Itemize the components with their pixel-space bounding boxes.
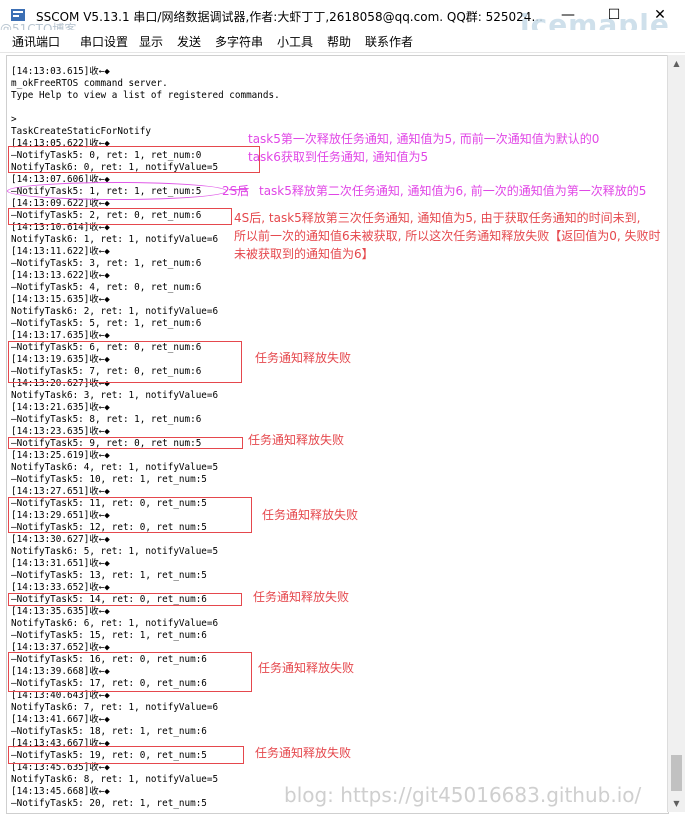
menu-tools[interactable]: 小工具 xyxy=(277,33,313,50)
terminal-line: [14:13:15.635]收←◆ xyxy=(11,294,110,305)
blog-watermark: blog: https://git45016683.github.io/ xyxy=(284,783,642,807)
menu-multi-string[interactable]: 多字符串 xyxy=(215,33,263,50)
terminal-line: —NotifyTask5: 18, ret: 1, ret_num:6 xyxy=(11,726,207,737)
scroll-up-arrow-icon[interactable]: ▲ xyxy=(668,55,685,72)
menu-help[interactable]: 帮助 xyxy=(327,33,351,50)
highlight-box-fail-3 xyxy=(8,497,252,533)
note-third-notify-line2: 所以前一次的通知值6未被获取, 所以这次任务通知释放失败【返回值为0, 失败时 xyxy=(234,229,661,243)
highlight-box-fail-5 xyxy=(8,652,252,692)
window-title: SSCOM V5.13.1 串口/网络数据调试器,作者:大虾丁丁,2618058… xyxy=(36,10,543,24)
scroll-thumb[interactable] xyxy=(671,755,682,791)
note-third-notify-line3: 未被获取到的通知值为6】 xyxy=(234,247,374,261)
terminal-line: NotifyTask6: 1, ret: 1, notifyValue=6 xyxy=(11,234,219,245)
menu-display[interactable]: 显示 xyxy=(139,33,163,50)
highlight-box-first-notify xyxy=(8,146,260,173)
minimize-button[interactable]: — xyxy=(545,0,591,30)
note-first-notify: task5第一次释放任务通知, 通知值为5, 而前一次通知值为默认的0 xyxy=(248,132,600,146)
terminal-line: NotifyTask6: 2, ret: 1, notifyValue=6 xyxy=(11,306,219,317)
scroll-down-arrow-icon[interactable]: ▼ xyxy=(668,795,685,812)
menu-bar: 通讯端口 串口设置 显示 发送 多字符串 小工具 帮助 联系作者 xyxy=(0,30,685,53)
terminal-line: NotifyTask6: 8, ret: 1, notifyValue=5 xyxy=(11,774,219,785)
note-2s-prefix: 2S后 xyxy=(222,184,250,198)
vertical-scrollbar[interactable]: ▲ ▼ xyxy=(667,55,685,812)
terminal-line: —NotifyTask5: 3, ret: 1, ret_num:6 xyxy=(11,258,202,269)
note-third-notify-line1: 4S后, task5释放第三次任务通知, 通知值为5, 由于获取任务通知的时间未… xyxy=(234,211,641,225)
terminal-line: TaskCreateStaticForNotify xyxy=(11,126,151,137)
terminal-line: m_okFreeRTOS command server. xyxy=(11,78,168,89)
note-fail-4: 任务通知释放失败 xyxy=(253,590,350,604)
note-fail-2: 任务通知释放失败 xyxy=(248,433,345,447)
terminal-line: —NotifyTask5: 10, ret: 1, ret_num:5 xyxy=(11,474,207,485)
terminal-line: —NotifyTask5: 5, ret: 1, ret_num:6 xyxy=(11,318,202,329)
terminal-line: [14:13:45.668]收←◆ xyxy=(11,786,110,797)
terminal-line: [14:13:35.635]收←◆ xyxy=(11,606,110,617)
terminal-line: NotifyTask6: 5, ret: 1, notifyValue=5 xyxy=(11,546,219,557)
highlight-box-fail-4 xyxy=(8,593,242,606)
menu-comm-port[interactable]: 通讯端口 xyxy=(12,33,60,50)
close-button[interactable]: ✕ xyxy=(637,0,683,30)
note-fail-5: 任务通知释放失败 xyxy=(258,661,355,675)
note-fail-1: 任务通知释放失败 xyxy=(255,351,352,365)
note-fail-3: 任务通知释放失败 xyxy=(262,508,359,522)
menu-serial-settings[interactable]: 串口设置 xyxy=(80,33,128,50)
terminal-line: [14:13:03.615]收←◆ xyxy=(11,66,110,77)
note-second-notify: task5释放第二次任务通知, 通知值为6, 前一次的通知值为第一次释放的5 xyxy=(259,184,647,198)
terminal-line: > xyxy=(11,114,17,125)
note-task6-received: task6获取到任务通知, 通知值为5 xyxy=(248,150,429,164)
highlight-box-third-notify xyxy=(8,208,232,225)
menu-contact-author[interactable]: 联系作者 xyxy=(365,33,413,50)
terminal-line: [14:13:13.622]收←◆ xyxy=(11,270,110,281)
highlight-ellipse-second-notify xyxy=(7,182,227,200)
terminal-line: NotifyTask6: 3, ret: 1, notifyValue=6 xyxy=(11,390,219,401)
maximize-button[interactable]: ☐ xyxy=(591,0,637,30)
terminal-line: [14:13:41.667]收←◆ xyxy=(11,714,110,725)
terminal-line: —NotifyTask5: 13, ret: 1, ret_num:5 xyxy=(11,570,207,581)
terminal-line: —NotifyTask5: 15, ret: 1, ret_num:6 xyxy=(11,630,207,641)
menu-send[interactable]: 发送 xyxy=(177,33,201,50)
terminal-line: [14:13:25.619]收←◆ xyxy=(11,450,110,461)
terminal-line: [14:13:30.627]收←◆ xyxy=(11,534,110,545)
title-bar: SSCOM V5.13.1 串口/网络数据调试器,作者:大虾丁丁,2618058… xyxy=(0,0,685,41)
terminal-line: —NotifyTask5: 20, ret: 1, ret_num:5 xyxy=(11,798,207,809)
highlight-box-fail-2 xyxy=(8,437,243,449)
terminal-line: —NotifyTask5: 8, ret: 1, ret_num:6 xyxy=(11,414,202,425)
terminal-line: [14:13:21.635]收←◆ xyxy=(11,402,110,413)
note-fail-6: 任务通知释放失败 xyxy=(255,746,352,760)
terminal-line: [14:13:11.622]收←◆ xyxy=(11,246,110,257)
terminal-line: Type Help to view a list of registered c… xyxy=(11,90,280,101)
terminal-line: NotifyTask6: 6, ret: 1, notifyValue=6 xyxy=(11,618,219,629)
terminal-line: [14:13:31.651]收←◆ xyxy=(11,558,110,569)
terminal-line: NotifyTask6: 4, ret: 1, notifyValue=5 xyxy=(11,462,219,473)
terminal-line: NotifyTask6: 7, ret: 1, notifyValue=6 xyxy=(11,702,219,713)
highlight-box-fail-6 xyxy=(8,746,244,764)
highlight-box-fail-1 xyxy=(8,341,242,383)
terminal-line: —NotifyTask5: 4, ret: 0, ret_num:6 xyxy=(11,282,202,293)
